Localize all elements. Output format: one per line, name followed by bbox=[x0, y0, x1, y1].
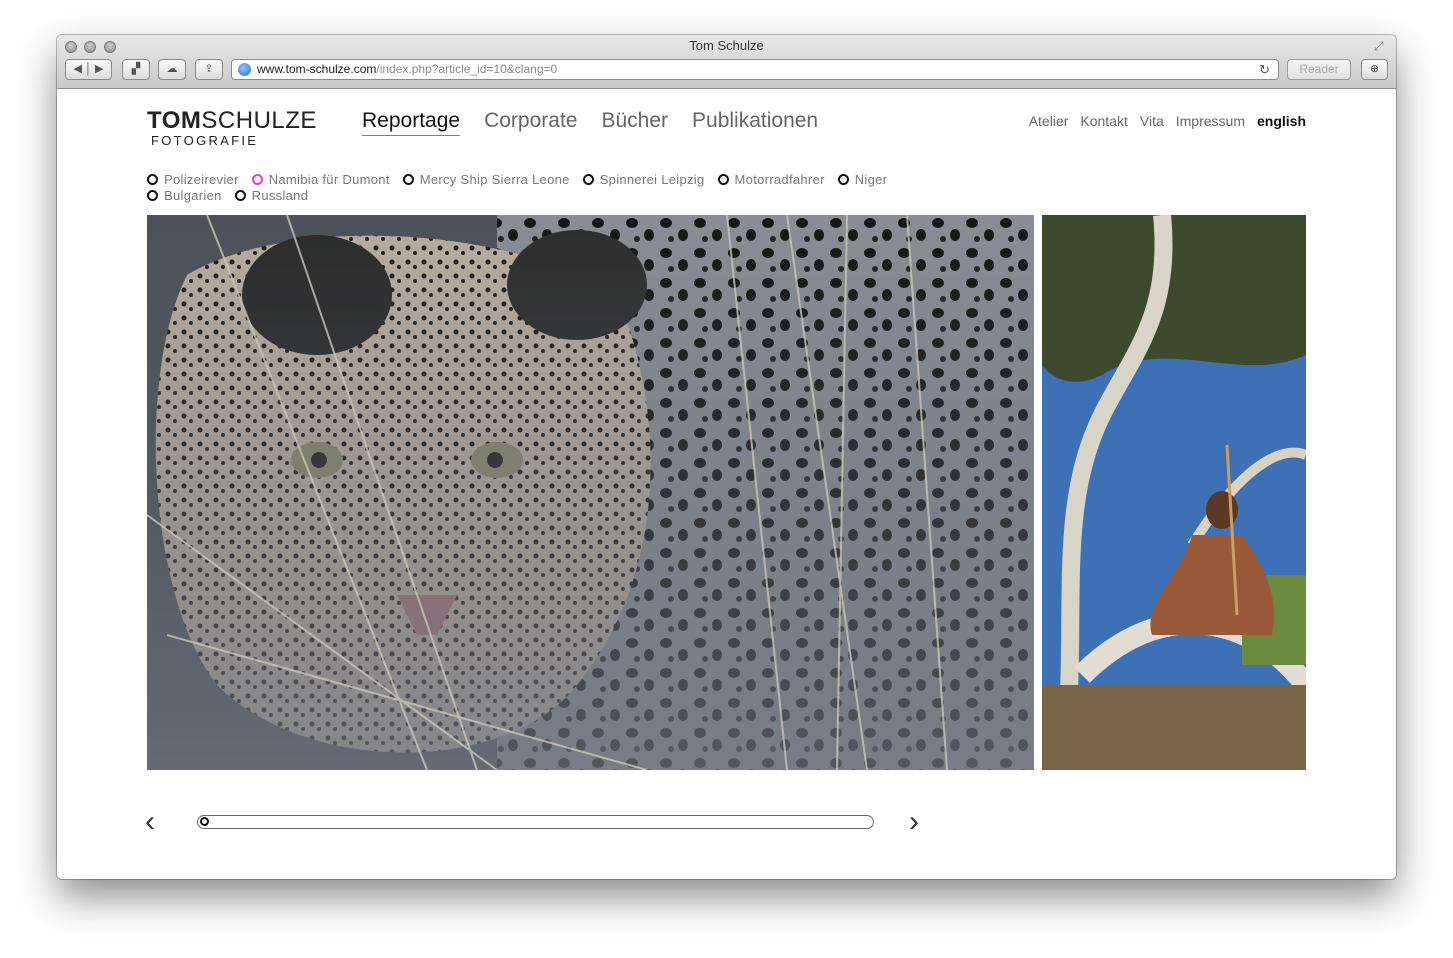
subnav-item[interactable]: Polizeirevier bbox=[147, 171, 239, 187]
browser-window: Tom Schulze ⤢ ◀ │ ▶ ▞ ☁ ⇪ www.tom-schulz… bbox=[57, 35, 1396, 879]
bullet-icon bbox=[234, 189, 246, 201]
url-path: /index.php?article_id=10&clang=0 bbox=[376, 62, 558, 76]
bullet-icon bbox=[837, 173, 849, 185]
top-nav: Atelier Kontakt Vita Impressum english bbox=[1029, 113, 1306, 129]
subnav-item[interactable]: Russland bbox=[234, 187, 309, 203]
nav-publikationen[interactable]: Publikationen bbox=[692, 107, 818, 136]
nav-impressum[interactable]: Impressum bbox=[1176, 113, 1245, 129]
nav-buecher[interactable]: Bücher bbox=[601, 107, 668, 136]
leopard-photo-art bbox=[147, 215, 1034, 770]
download-icon: ⊕ bbox=[1369, 63, 1380, 75]
top-sites-button[interactable]: ▞ bbox=[122, 59, 150, 80]
bullet-icon bbox=[717, 173, 729, 185]
subnav-item[interactable]: Niger bbox=[837, 171, 888, 187]
downloads-button[interactable]: ⊕ bbox=[1361, 59, 1388, 80]
subnav-item[interactable]: Mercy Ship Sierra Leone bbox=[402, 171, 570, 187]
subnav-item[interactable]: Motorradfahrer bbox=[717, 171, 825, 187]
back-icon[interactable]: ◀ bbox=[74, 63, 82, 75]
window-title: Tom Schulze bbox=[689, 38, 764, 53]
subnav-item-active[interactable]: Namibia für Dumont bbox=[251, 171, 390, 187]
language-switch[interactable]: english bbox=[1257, 113, 1306, 129]
bushman-photo-art bbox=[1042, 215, 1306, 770]
bullet-icon bbox=[582, 173, 594, 185]
main-nav: Reportage Corporate Bücher Publikationen bbox=[362, 107, 818, 136]
reload-icon[interactable]: ↻ bbox=[1259, 60, 1270, 79]
bullet-icon bbox=[147, 173, 158, 185]
nav-atelier[interactable]: Atelier bbox=[1029, 113, 1069, 129]
top-sites-icon: ▞ bbox=[131, 63, 141, 75]
logo-bold: TOM bbox=[147, 107, 202, 134]
logo-subtitle: FOTOGRAFIE bbox=[151, 133, 259, 148]
bullet-icon bbox=[251, 173, 263, 185]
subnav-item[interactable]: Bulgarien bbox=[147, 187, 222, 203]
url-host: www.tom-schulze.com bbox=[257, 62, 377, 76]
address-bar[interactable]: www.tom-schulze.com/index.php?article_id… bbox=[231, 59, 1279, 80]
prev-arrow-icon[interactable]: ‹ bbox=[145, 807, 165, 837]
subnav-item[interactable]: Spinnerei Leipzig bbox=[582, 171, 705, 187]
icloud-button[interactable]: ☁ bbox=[158, 59, 186, 80]
nav-vita[interactable]: Vita bbox=[1140, 113, 1164, 129]
fullscreen-icon[interactable]: ⤢ bbox=[1374, 39, 1388, 53]
bushman-photo[interactable] bbox=[1042, 215, 1306, 770]
share-icon: ⇪ bbox=[204, 63, 214, 75]
reader-button[interactable]: Reader bbox=[1287, 59, 1351, 80]
title-bar: Tom Schulze ⤢ ◀ │ ▶ ▞ ☁ ⇪ www.tom-schulz… bbox=[57, 35, 1396, 89]
gallery-slider[interactable] bbox=[197, 815, 874, 829]
page-content: TOMSCHULZE FOTOGRAFIE Reportage Corporat… bbox=[57, 89, 1396, 879]
bullet-icon bbox=[402, 173, 414, 185]
forward-icon[interactable]: ▶ bbox=[95, 63, 103, 75]
sub-nav: Polizeirevier Namibia für Dumont Mercy S… bbox=[147, 171, 1047, 203]
site-logo[interactable]: TOMSCHULZE FOTOGRAFIE bbox=[147, 107, 317, 148]
nav-reportage[interactable]: Reportage bbox=[362, 107, 461, 136]
slider-knob[interactable] bbox=[200, 817, 209, 826]
leopard-photo[interactable] bbox=[147, 215, 1034, 770]
globe-icon bbox=[238, 63, 251, 76]
share-button[interactable]: ⇪ bbox=[195, 59, 223, 80]
bullet-icon bbox=[147, 189, 158, 201]
logo-light: SCHULZE bbox=[201, 107, 317, 134]
nav-corporate[interactable]: Corporate bbox=[484, 107, 577, 136]
back-forward-buttons[interactable]: ◀ │ ▶ bbox=[65, 59, 112, 80]
cloud-icon: ☁ bbox=[166, 63, 178, 75]
next-arrow-icon[interactable]: › bbox=[909, 807, 929, 837]
nav-kontakt[interactable]: Kontakt bbox=[1080, 113, 1127, 129]
